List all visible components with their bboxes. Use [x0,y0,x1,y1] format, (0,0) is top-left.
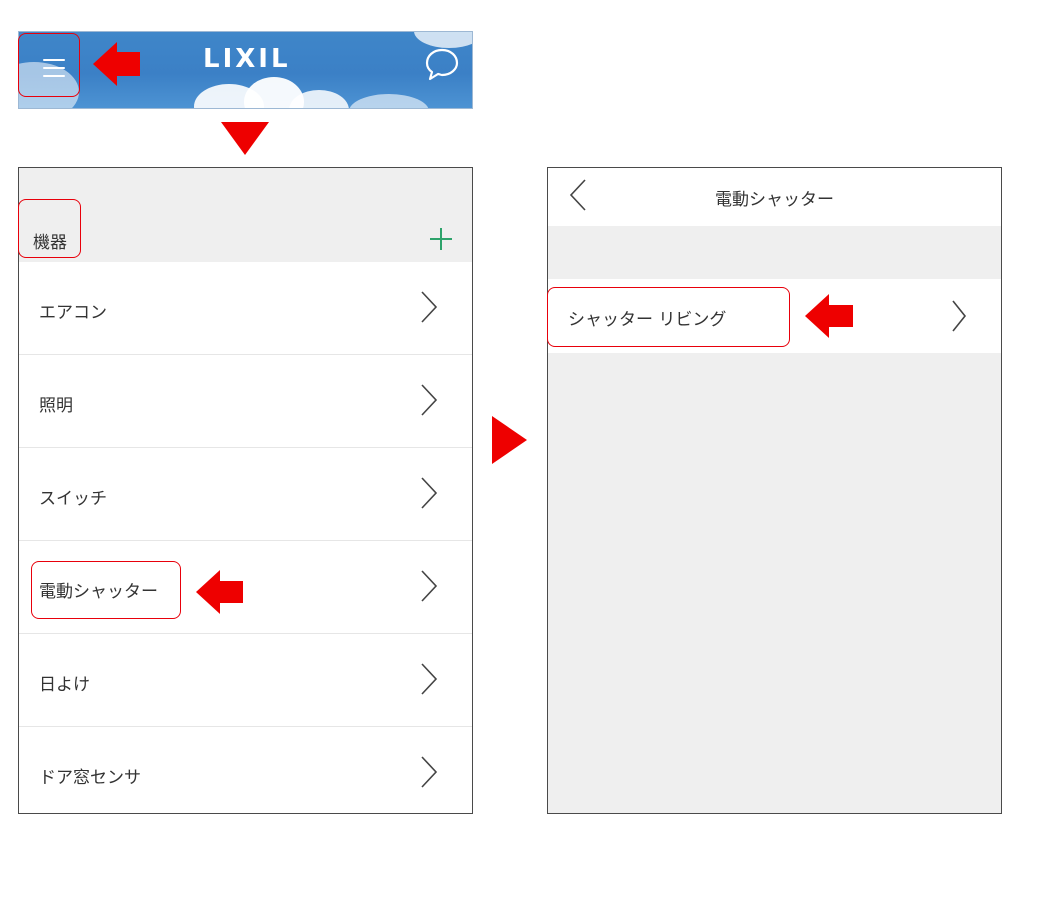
shutter-item-highlight-box [31,561,181,619]
list-item[interactable]: エアコン [19,262,472,355]
menu-highlight-box [18,33,80,97]
chevron-right-icon [421,756,438,788]
list-item-label: 照明 [39,396,73,416]
cloud-decoration [349,94,429,108]
plus-icon[interactable] [430,228,452,250]
down-triangle-icon [221,122,269,155]
list-item-label: 日よけ [39,675,90,695]
list-item[interactable]: スイッチ [19,448,472,541]
chevron-right-icon [421,477,438,509]
list-item-label: エアコン [39,303,107,323]
arrow-left-icon [93,42,147,86]
chevron-right-icon [421,291,438,323]
device-section-header: 機器 [19,178,472,262]
device-list-screen: 機器 エアコン 照明 スイッチ 電動シャッター 日よけ ドア窓センサ [18,167,473,814]
speech-bubble-icon[interactable] [424,46,460,82]
nav-title: 電動シャッター [715,190,834,210]
nav-bar: 電動シャッター [548,168,1001,226]
shutter-living-highlight-box [547,287,790,347]
chevron-right-icon [952,300,967,332]
list-item-label: スイッチ [39,489,107,509]
right-triangle-icon [492,416,527,464]
chevron-right-icon [421,384,438,416]
lixil-logo: LIXIL [203,44,291,74]
device-list: エアコン 照明 スイッチ 電動シャッター 日よけ ドア窓センサ [19,262,472,813]
list-item[interactable]: ドア窓センサ [19,727,472,813]
list-item-label: ドア窓センサ [39,768,141,788]
tutorial-canvas: LIXIL 機器 エアコン 照明 スイッチ 電動シャッター 日よけ ドア窓センサ… [0,0,1058,906]
shutter-screen: 電動シャッター シャッター リビング [547,167,1002,814]
section-title-highlight-box [18,199,81,258]
app-header: LIXIL [18,31,473,109]
chevron-right-icon [421,570,438,602]
list-item[interactable]: 日よけ [19,634,472,727]
list-item[interactable]: 照明 [19,355,472,448]
arrow-left-icon [805,294,855,338]
chevron-right-icon [421,663,438,695]
arrow-left-icon [196,570,246,614]
